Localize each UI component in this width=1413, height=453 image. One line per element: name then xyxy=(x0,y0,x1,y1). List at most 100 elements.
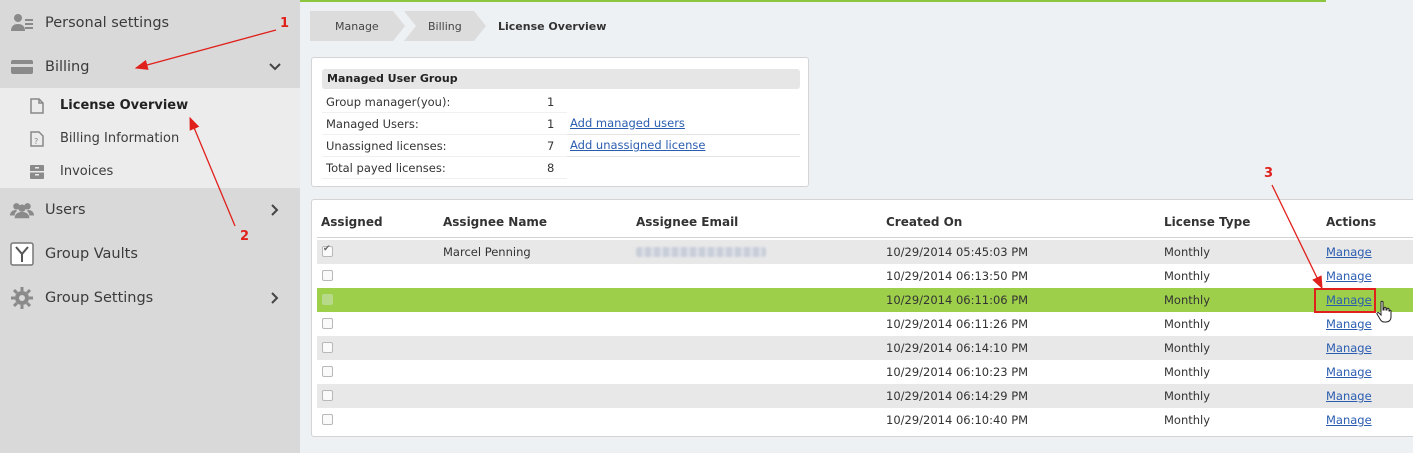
table-row-highlighted: 10/29/2014 06:11:06 PM Monthly Manage xyxy=(317,288,1413,312)
users-settings-icon xyxy=(10,12,34,34)
table-row: 10/29/2014 06:13:50 PM Monthly Manage xyxy=(317,264,1413,288)
users-icon xyxy=(10,199,34,221)
manage-link[interactable]: Manage xyxy=(1326,389,1372,403)
hand-cursor-icon xyxy=(1376,300,1392,323)
group-row-value: 1 xyxy=(547,117,555,131)
created-on: 10/29/2014 06:10:40 PM xyxy=(886,413,1029,427)
sidebar-item-group-vaults[interactable]: Group Vaults xyxy=(0,232,300,276)
assigned-checkbox[interactable] xyxy=(322,366,333,377)
column-header-assignee-name[interactable]: Assignee Name xyxy=(443,215,547,229)
license-type: Monthly xyxy=(1164,269,1211,283)
breadcrumb-billing[interactable]: Billing xyxy=(404,11,486,41)
group-row: Unassigned licenses: 7 Add unassigned li… xyxy=(322,135,800,157)
manage-link[interactable]: Manage xyxy=(1326,245,1372,259)
created-on: 10/29/2014 06:14:29 PM xyxy=(886,389,1029,403)
created-on: 10/29/2014 06:11:06 PM xyxy=(886,293,1029,307)
table-row: 10/29/2014 06:14:10 PM Monthly Manage xyxy=(317,336,1413,360)
document-question-icon: ? xyxy=(29,130,45,148)
created-on: 10/29/2014 06:11:26 PM xyxy=(886,317,1029,331)
group-row: Managed Users: 1 Add managed users xyxy=(322,113,800,135)
licenses-table: Assigned Assignee Name Assignee Email Cr… xyxy=(311,199,1413,437)
license-type: Monthly xyxy=(1164,365,1211,379)
billing-submenu: License Overview ? Billing Information I… xyxy=(0,88,300,188)
manage-link[interactable]: Manage xyxy=(1326,413,1372,427)
chevron-right-icon xyxy=(268,203,282,217)
annotation-number-3: 3 xyxy=(1264,166,1274,181)
add-unassigned-license-link[interactable]: Add unassigned license xyxy=(570,138,705,152)
table-row: 10/29/2014 06:11:26 PM Monthly Manage xyxy=(317,312,1413,336)
sidebar-subitem-label: Billing Information xyxy=(60,131,180,146)
manage-link[interactable]: Manage xyxy=(1326,341,1372,355)
column-header-actions: Actions xyxy=(1326,215,1377,229)
assigned-checkbox[interactable] xyxy=(322,244,333,257)
breadcrumb-manage[interactable]: Manage xyxy=(310,11,405,41)
created-on: 10/29/2014 06:14:10 PM xyxy=(886,341,1029,355)
created-on: 10/29/2014 06:13:50 PM xyxy=(886,269,1029,283)
created-on: 10/29/2014 06:10:23 PM xyxy=(886,365,1029,379)
sidebar-subitem-label: Invoices xyxy=(60,164,114,179)
group-row-value: 1 xyxy=(547,95,555,109)
sidebar-item-label: Group Vaults xyxy=(45,246,138,262)
sidebar-item-group-settings[interactable]: Group Settings xyxy=(0,276,300,320)
svg-text:?: ? xyxy=(34,137,38,146)
column-header-assignee-email[interactable]: Assignee Email xyxy=(636,215,738,229)
license-type: Monthly xyxy=(1164,389,1211,403)
license-type: Monthly xyxy=(1164,341,1211,355)
annotation-number-1: 1 xyxy=(280,16,290,31)
sidebar-subitem-label: License Overview xyxy=(60,98,189,113)
assigned-checkbox[interactable] xyxy=(322,414,333,425)
managed-group-title: Managed User Group xyxy=(322,69,800,89)
sidebar-subitem-license-overview[interactable]: License Overview xyxy=(0,89,300,122)
sidebar-item-billing[interactable]: Billing xyxy=(0,45,300,89)
license-type: Monthly xyxy=(1164,317,1211,331)
group-row-label: Group manager(you): xyxy=(326,95,451,109)
breadcrumb: Manage Billing License Overview xyxy=(310,11,606,41)
sidebar-item-users[interactable]: Users xyxy=(0,188,300,232)
manage-link[interactable]: Manage xyxy=(1326,317,1372,331)
table-row: Marcel Penning 10/29/2014 05:45:03 PM Mo… xyxy=(317,240,1413,264)
row-divider xyxy=(322,178,567,179)
license-type: Monthly xyxy=(1164,293,1211,307)
sidebar: Personal settings Billing License Overvi… xyxy=(0,0,300,453)
table-row: 10/29/2014 06:10:40 PM Monthly Manage xyxy=(317,408,1413,432)
group-row: Group manager(you): 1 xyxy=(322,91,800,113)
sidebar-item-label: Group Settings xyxy=(45,290,154,306)
cabinet-icon xyxy=(29,163,45,181)
group-row-label: Managed Users: xyxy=(326,117,419,131)
created-on: 10/29/2014 05:45:03 PM xyxy=(886,245,1029,259)
sidebar-subitem-billing-information[interactable]: ? Billing Information xyxy=(0,122,300,155)
group-row-value: 7 xyxy=(547,139,555,153)
chevron-right-icon xyxy=(268,291,282,305)
group-row-label: Total payed licenses: xyxy=(326,161,446,175)
chevron-down-icon xyxy=(268,60,282,74)
sidebar-subitem-invoices[interactable]: Invoices xyxy=(0,155,300,188)
assigned-checkbox[interactable] xyxy=(322,294,333,305)
column-header-license-type[interactable]: License Type xyxy=(1164,215,1250,229)
table-row: 10/29/2014 06:10:23 PM Monthly Manage xyxy=(317,360,1413,384)
manage-link[interactable]: Manage xyxy=(1326,269,1372,283)
table-row: 10/29/2014 06:14:29 PM Monthly Manage xyxy=(317,384,1413,408)
assigned-checkbox[interactable] xyxy=(322,318,333,329)
sidebar-item-label: Billing xyxy=(45,59,90,75)
sidebar-item-label: Users xyxy=(45,202,86,218)
vault-icon xyxy=(10,242,34,266)
sidebar-item-label: Personal settings xyxy=(45,15,170,31)
breadcrumb-current: License Overview xyxy=(498,19,607,33)
assigned-checkbox[interactable] xyxy=(322,390,333,401)
managed-group-panel: Managed User Group Group manager(you): 1… xyxy=(311,57,809,187)
manage-link[interactable]: Manage xyxy=(1326,365,1372,379)
assigned-checkbox[interactable] xyxy=(322,270,333,281)
column-header-assigned[interactable]: Assigned xyxy=(321,215,383,229)
group-row: Total payed licenses: 8 xyxy=(322,157,800,179)
column-header-created-on[interactable]: Created On xyxy=(886,215,962,229)
annotation-number-2: 2 xyxy=(240,229,250,244)
assignee-email-blurred xyxy=(636,247,766,257)
annotation-highlight-box xyxy=(1314,288,1376,313)
assigned-checkbox[interactable] xyxy=(322,342,333,353)
credit-card-icon xyxy=(10,56,34,78)
group-row-label: Unassigned licenses: xyxy=(326,139,447,153)
top-accent-line xyxy=(300,0,1326,2)
license-type: Monthly xyxy=(1164,413,1211,427)
add-managed-users-link[interactable]: Add managed users xyxy=(570,116,685,130)
sidebar-item-personal-settings[interactable]: Personal settings xyxy=(0,1,300,45)
